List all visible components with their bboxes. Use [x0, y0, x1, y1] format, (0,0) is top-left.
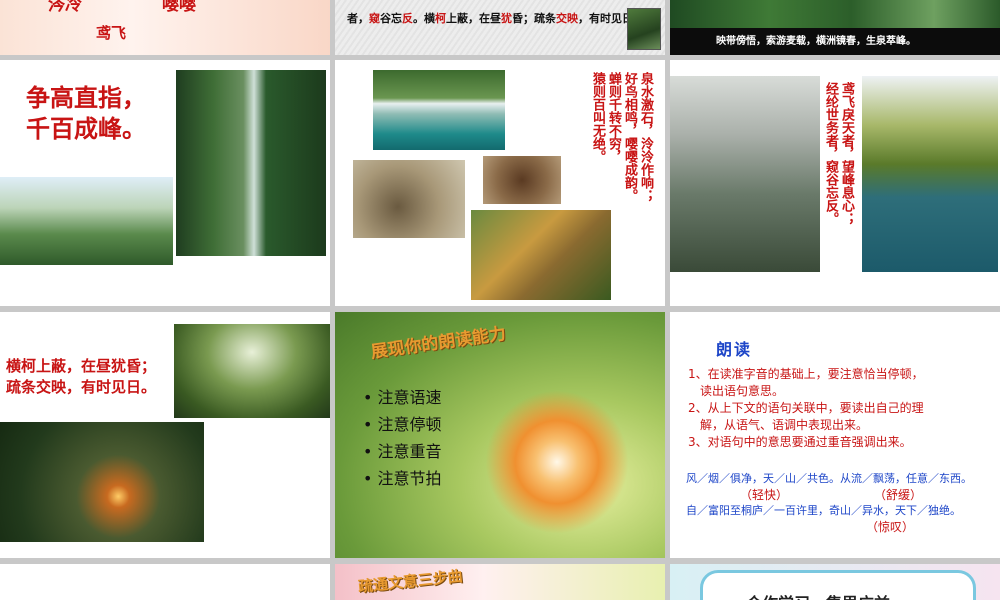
example-note: （舒缓）: [874, 488, 923, 502]
slide-thumbnail-11[interactable]: 疏通文意三步曲: [335, 564, 665, 600]
slide-5-poem: 泉水激石，泠泠作响； 好鸟相鸣，嘤嘤成韵。 蝉则千转不穷， 猿则百叫无绝。: [590, 72, 653, 202]
slide-4-title: 争高直指， 千百成峰。: [26, 83, 146, 143]
waterfall-lake-photo: [373, 70, 505, 150]
cicada-photo: [483, 156, 561, 204]
slide-thumbnail-6[interactable]: 鸢飞戾天者，望峰息心； 经纶世务者，窥谷忘反。: [670, 60, 1000, 306]
reading-tip-item: • 注意停顿: [363, 415, 442, 434]
flower-image: [485, 382, 645, 542]
example-line-1: 风／烟／俱净，天／山／共色。从流／飘荡，任意／东西。: [686, 472, 972, 485]
slide-thumbnail-10[interactable]: [0, 564, 330, 600]
gorge-river-photo: [176, 70, 326, 256]
reading-tip-item: • 注意节拍: [363, 469, 442, 488]
slide-thumbnail-2[interactable]: 者，窥谷忘反。横柯上蔽，在昼犹昏；疏条交映，有时见日: [335, 0, 665, 55]
forest-photo: [670, 0, 1000, 28]
reading-tips-list: • 注意语速 • 注意停顿 • 注意重音 • 注意节拍: [363, 384, 442, 492]
slide-1-text: 鸢飞: [96, 24, 127, 42]
sunlight-forest-photo: [0, 422, 204, 542]
sketch-image: [335, 0, 665, 55]
slide-6-poem: 鸢飞戾天者，望峰息心； 经纶世务者，窥谷忘反。: [823, 82, 854, 225]
example-note: （惊叹）: [866, 520, 915, 534]
mountain-peaks-photo: [0, 177, 173, 265]
reading-tip-item: • 注意重音: [363, 442, 442, 461]
slide-8-title: 展现你的朗读能力: [369, 324, 508, 363]
slide-1-text: 嘤嘤: [162, 0, 196, 15]
slide-7-text: 横柯上蔽，在昼犹昏； 疏条交映，有时见日。: [6, 357, 157, 396]
slide-9-title: 朗读: [716, 340, 753, 359]
reading-rules: 1、在读准字音的基础上，要注意恰当停顿， 读出语句意思。 2、从上下文的语句关联…: [688, 367, 924, 449]
birds-photo: [353, 160, 465, 238]
slide-1-text: 涔冷: [48, 0, 82, 15]
example-note: （轻快）: [740, 488, 789, 502]
slide-thumbnail-1[interactable]: 涔冷 嘤嘤 鸢飞: [0, 0, 330, 55]
misty-cliff-photo: [670, 76, 820, 272]
slide-thumbnail-3[interactable]: 映带傍悟，索游麦载，横洲镜春，生泉萃峰。: [670, 0, 1000, 55]
slide-thumbnail-5[interactable]: 泉水激石，泠泠作响； 好鸟相鸣，嘤嘤成韵。 蝉则千转不穷， 猿则百叫无绝。: [335, 60, 665, 306]
canopy-photo: [174, 324, 330, 418]
autumn-lake-photo: [862, 76, 998, 272]
slide-thumbnail-4[interactable]: 争高直指， 千百成峰。: [0, 60, 330, 306]
slide-thumbnail-9[interactable]: 朗读 1、在读准字音的基础上，要注意恰当停顿， 读出语句意思。 2、从上下文的语…: [670, 312, 1000, 558]
slide-2-text: 者，窥谷忘反。横柯上蔽，在昼犹昏；疏条交映，有时见日: [347, 12, 633, 25]
slide-3-caption: 映带傍悟，索游麦载，横洲镜春，生泉萃峰。: [716, 36, 916, 47]
reading-tip-item: • 注意语速: [363, 388, 442, 407]
slide-thumbnail-12[interactable]: 合作学习，集思广益: [670, 564, 1000, 600]
slide-thumbnail-7[interactable]: 横柯上蔽，在昼犹昏； 疏条交映，有时见日。: [0, 312, 330, 558]
landscape-photo: [627, 8, 661, 50]
example-line-2: 自／富阳至桐庐／一百许里，奇山／异水，天下／独绝。: [686, 504, 961, 517]
slide-thumbnail-8[interactable]: 展现你的朗读能力 • 注意语速 • 注意停顿 • 注意重音 • 注意节拍: [335, 312, 665, 558]
slide-12-title: 合作学习，集思广益: [746, 590, 890, 600]
slide-11-title: 疏通文意三步曲: [357, 567, 464, 596]
